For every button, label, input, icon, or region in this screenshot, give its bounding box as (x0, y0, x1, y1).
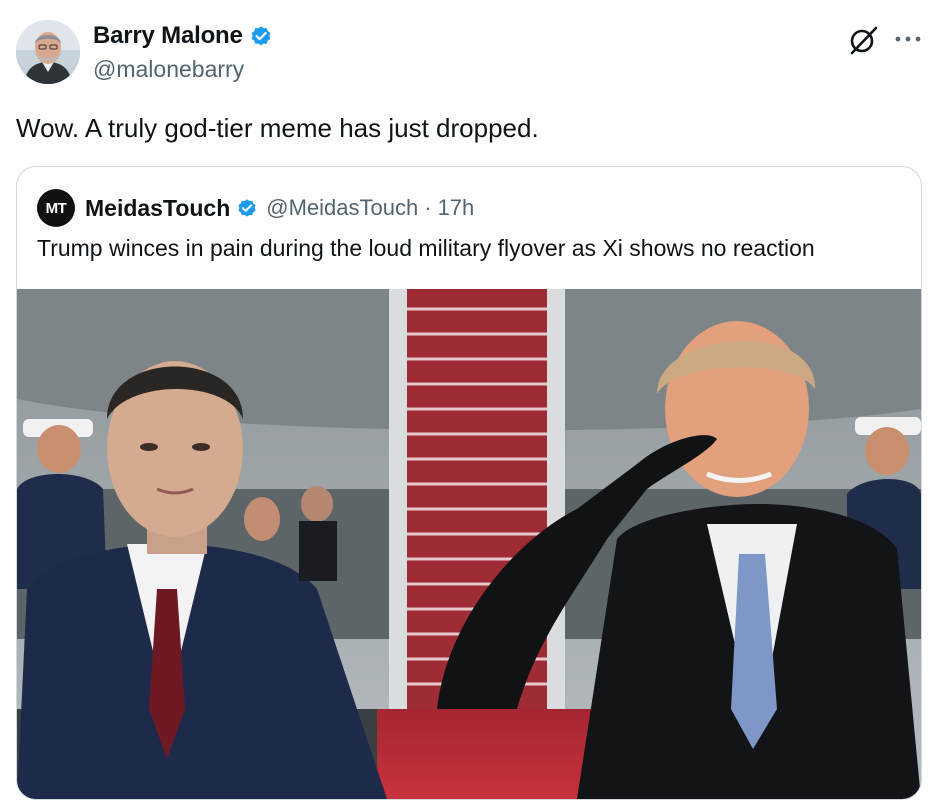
tweet-text: Wow. A truly god-tier meme has just drop… (16, 113, 539, 143)
more-options-icon[interactable] (892, 26, 924, 52)
verified-badge-icon (236, 197, 258, 219)
quoted-tweet-text: Trump winces in pain during the loud mil… (37, 235, 815, 261)
author-display-name[interactable]: Barry Malone (93, 22, 243, 50)
author-handle[interactable]: @malonebarry (93, 56, 244, 83)
quoted-author-avatar[interactable]: MT (37, 189, 75, 227)
author-avatar[interactable] (16, 20, 80, 84)
grok-icon[interactable] (848, 24, 880, 56)
tweet: Barry Malone @malonebarry Wow. A truly g… (0, 0, 942, 812)
quoted-media-image[interactable] (17, 289, 921, 799)
quoted-tweet-card[interactable]: MT MeidasTouch @MeidasTouch · 17h Trump … (16, 166, 922, 800)
separator-dot: · (424, 195, 432, 220)
quoted-author-handle[interactable]: @MeidasTouch (266, 195, 418, 221)
quoted-timestamp[interactable]: 17h (438, 195, 475, 221)
quoted-tweet-header: MT MeidasTouch @MeidasTouch · 17h (37, 189, 474, 227)
author-name-row: Barry Malone (93, 22, 273, 50)
quoted-author-display-name[interactable]: MeidasTouch (85, 195, 230, 222)
verified-badge-icon (249, 24, 273, 48)
